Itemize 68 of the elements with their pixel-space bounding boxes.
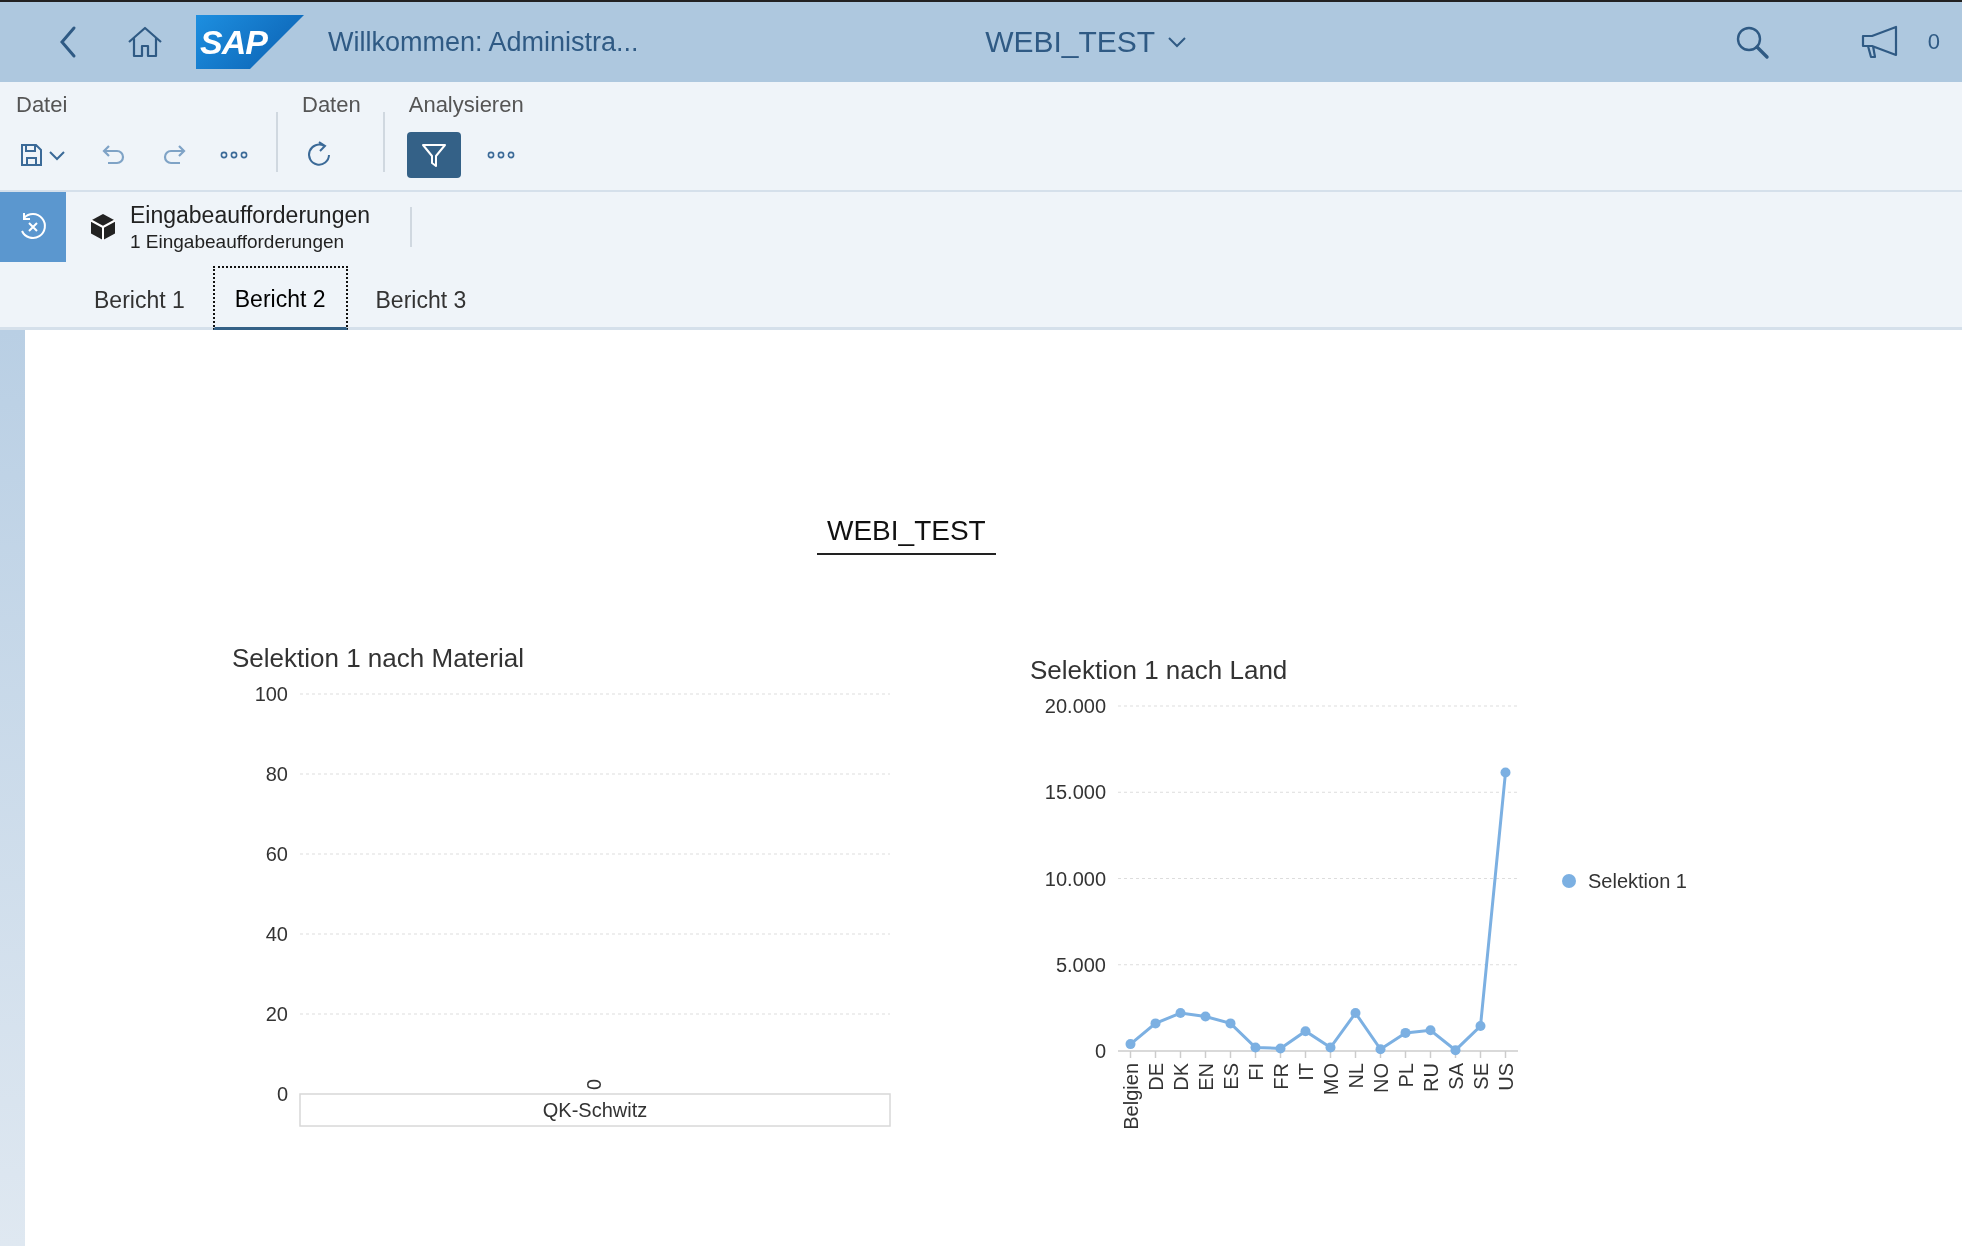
data-point <box>1225 1018 1236 1029</box>
data-point <box>1325 1042 1336 1053</box>
category-label: Belgien <box>1119 1063 1142 1130</box>
chart-title: Selektion 1 nach Land <box>1029 655 1289 686</box>
axis-tick-label: 10.000 <box>1044 867 1106 890</box>
report-tab[interactable]: Bericht 1 <box>72 267 207 330</box>
welcome-title: Willkommen: Administra... <box>328 26 639 58</box>
axis-tick-label: 0 <box>1094 1040 1106 1062</box>
category-label: NO <box>1369 1063 1392 1093</box>
axis-tick-label: 100 <box>254 684 288 705</box>
axis-tick-label: 60 <box>265 843 288 865</box>
category-label: PL <box>1394 1063 1417 1088</box>
category-label: NL <box>1344 1063 1367 1089</box>
data-point <box>1275 1043 1286 1054</box>
data-point <box>1175 1008 1186 1019</box>
toolbar-group-label: Daten <box>301 91 361 119</box>
axis-tick-label: 5.000 <box>1055 953 1106 976</box>
sap-logo[interactable]: SAP <box>196 15 304 69</box>
category-label: FR <box>1269 1063 1292 1090</box>
category-label: FI <box>1244 1063 1267 1081</box>
data-point <box>1200 1011 1211 1022</box>
category-label: SE <box>1469 1063 1492 1090</box>
data-point <box>1475 1021 1486 1031</box>
axis-tick-label: 15.000 <box>1044 781 1106 804</box>
axis-tick-label: 20.000 <box>1044 696 1106 717</box>
category-label: IT <box>1294 1063 1317 1081</box>
category-label: RU <box>1419 1063 1442 1092</box>
data-label: 0 <box>583 1078 605 1090</box>
data-point <box>1425 1025 1436 1036</box>
prompts-label[interactable]: Eingabeaufforderungen <box>130 201 370 229</box>
category-label: SA <box>1444 1063 1467 1090</box>
data-point <box>1375 1044 1386 1055</box>
category-label: US <box>1494 1063 1517 1091</box>
axis-tick-label: 40 <box>265 923 288 945</box>
cube-icon <box>90 213 116 241</box>
home-icon[interactable] <box>126 25 164 59</box>
legend-label: Selektion 1 <box>1588 870 1687 892</box>
prompts-count: 1 Eingabeaufforderungen <box>130 230 346 253</box>
filter-icon <box>419 141 448 169</box>
category-label: ES <box>1219 1063 1242 1090</box>
filter-button[interactable] <box>406 132 461 178</box>
caret-icon <box>1167 36 1188 48</box>
app-title-menu[interactable]: WEBI_TEST <box>985 25 1188 59</box>
data-point <box>1400 1027 1411 1038</box>
category-label: EN <box>1194 1063 1217 1091</box>
category-label: MO <box>1319 1063 1342 1096</box>
report-tab[interactable]: Bericht 3 <box>353 267 489 330</box>
toolbar-group-label: Datei <box>15 91 69 119</box>
notification-count: 0 <box>1927 29 1940 55</box>
back-icon[interactable] <box>58 25 78 59</box>
chart-title: Selektion 1 nach Material <box>231 643 525 674</box>
data-point <box>1300 1026 1311 1037</box>
data-point <box>1500 767 1511 778</box>
data-point <box>1450 1045 1461 1056</box>
report-tab[interactable]: Bericht 2 <box>212 266 348 330</box>
axis-tick-label: 20 <box>265 1003 288 1025</box>
report-title: WEBI_TEST <box>817 515 996 555</box>
category-label: DK <box>1169 1063 1192 1091</box>
category-label: QK-Schwitz <box>542 1099 648 1121</box>
data-point <box>1150 1018 1161 1029</box>
axis-tick-label: 80 <box>265 763 288 785</box>
data-point <box>1350 1008 1361 1019</box>
category-label: DE <box>1144 1063 1167 1091</box>
toolbar-group-label: Analysieren <box>407 91 524 119</box>
axis-tick-label: 0 <box>276 1083 288 1105</box>
data-point <box>1125 1039 1136 1050</box>
data-point <box>1250 1042 1261 1053</box>
reset-prompts-button[interactable] <box>0 192 66 262</box>
